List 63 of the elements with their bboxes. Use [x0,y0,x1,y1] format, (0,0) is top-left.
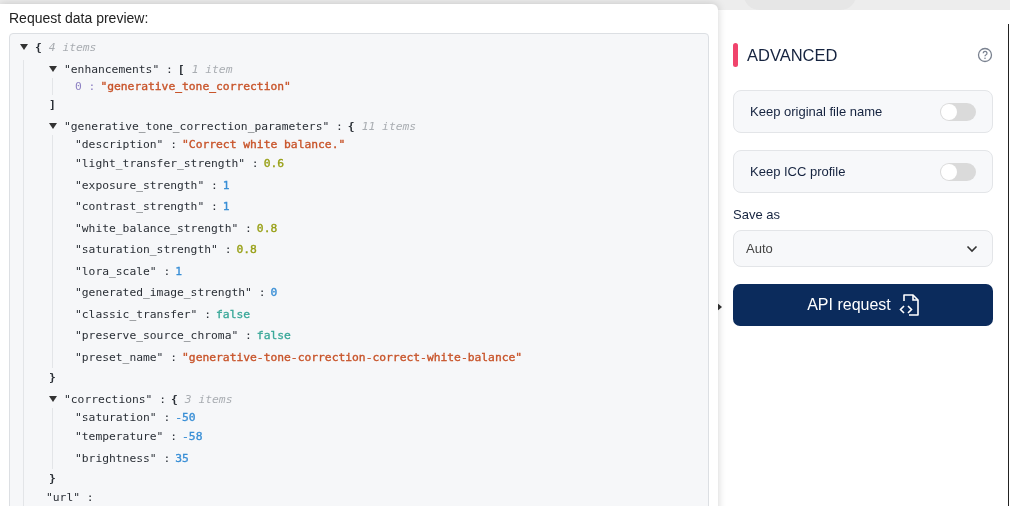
option-label: Keep original file name [750,104,883,119]
json-key: "url" : [46,491,94,505]
field-label: Save as [733,207,781,222]
section-title: ADVANCED [747,45,839,65]
json-key: "enhancements" : [64,62,173,76]
item-count: 4 items [48,40,97,54]
option-label: Keep ICC profile [750,164,846,179]
json-bracket: } [49,471,56,485]
json-key: "contrast_strength" : [75,200,218,214]
json-value: 35 [175,451,189,465]
json-value: 0 [270,286,278,300]
json-bracket: [ [177,62,185,76]
caret-icon[interactable] [20,44,28,50]
json-value: -58 [182,430,203,444]
json-key: "description" : [75,137,178,151]
api-request-button[interactable]: API request [733,284,993,326]
caret-icon[interactable] [49,123,57,129]
json-key: "saturation_strength" : [75,243,232,257]
json-bracket: { [171,392,178,406]
json-key: "white_balance_strength" : [75,221,252,235]
json-key: "lora_scale" : [75,264,171,278]
json-value: "generative_tone_correction" [100,80,291,93]
chevron-down-icon [966,244,978,253]
json-key: "preset_name" : [75,350,178,364]
json-bracket: ] [49,97,56,111]
caret-icon[interactable] [716,302,722,312]
json-value: "generative-tone-correction-correct-white-balance" [182,350,523,364]
json-bracket: { [35,40,42,54]
json-key: "classic_transfer" : [75,307,212,321]
json-value: 1 [175,264,183,278]
caret-icon[interactable] [49,66,57,72]
json-value: 1 [222,178,230,192]
json-value: 0.8 [256,221,278,235]
json-key: "corrections" : [64,392,167,406]
panel-title: Request data preview: [9,10,150,26]
json-key: "generative_tone_correction_parameters" : [64,119,343,133]
item-count: 11 items [361,119,417,133]
help-icon[interactable] [977,47,993,63]
json-key: 0 : [75,80,96,93]
json-bracket: { [347,119,355,133]
item-count: 3 items [184,392,233,406]
json-key: "generated_image_strength" : [75,286,266,300]
json-value: 1 [222,200,230,214]
json-value: "Correct white balance." [182,137,346,151]
json-key: "brightness" : [75,451,171,465]
code-file-icon [898,293,919,317]
json-value: -50 [175,410,196,424]
json-key: "saturation" : [75,410,171,424]
json-key: "preserve_source_chroma" : [75,329,252,343]
json-value: 0.8 [236,243,257,257]
json-value: false [216,307,251,321]
json-bracket: } [49,370,56,384]
json-key: "exposure_strength" : [75,178,218,192]
json-key: "light_transfer_strength" : [75,157,259,171]
item-count: 1 item [191,62,233,76]
json-key: "temperature" : [75,430,178,444]
json-value: false [256,329,291,343]
accent-bar [733,43,738,67]
json-value: 0.6 [263,157,285,171]
format-select[interactable]: Auto [733,230,993,267]
toggle-switch[interactable] [940,102,976,121]
caret-icon[interactable] [49,396,57,402]
toggle-switch[interactable] [940,162,976,181]
